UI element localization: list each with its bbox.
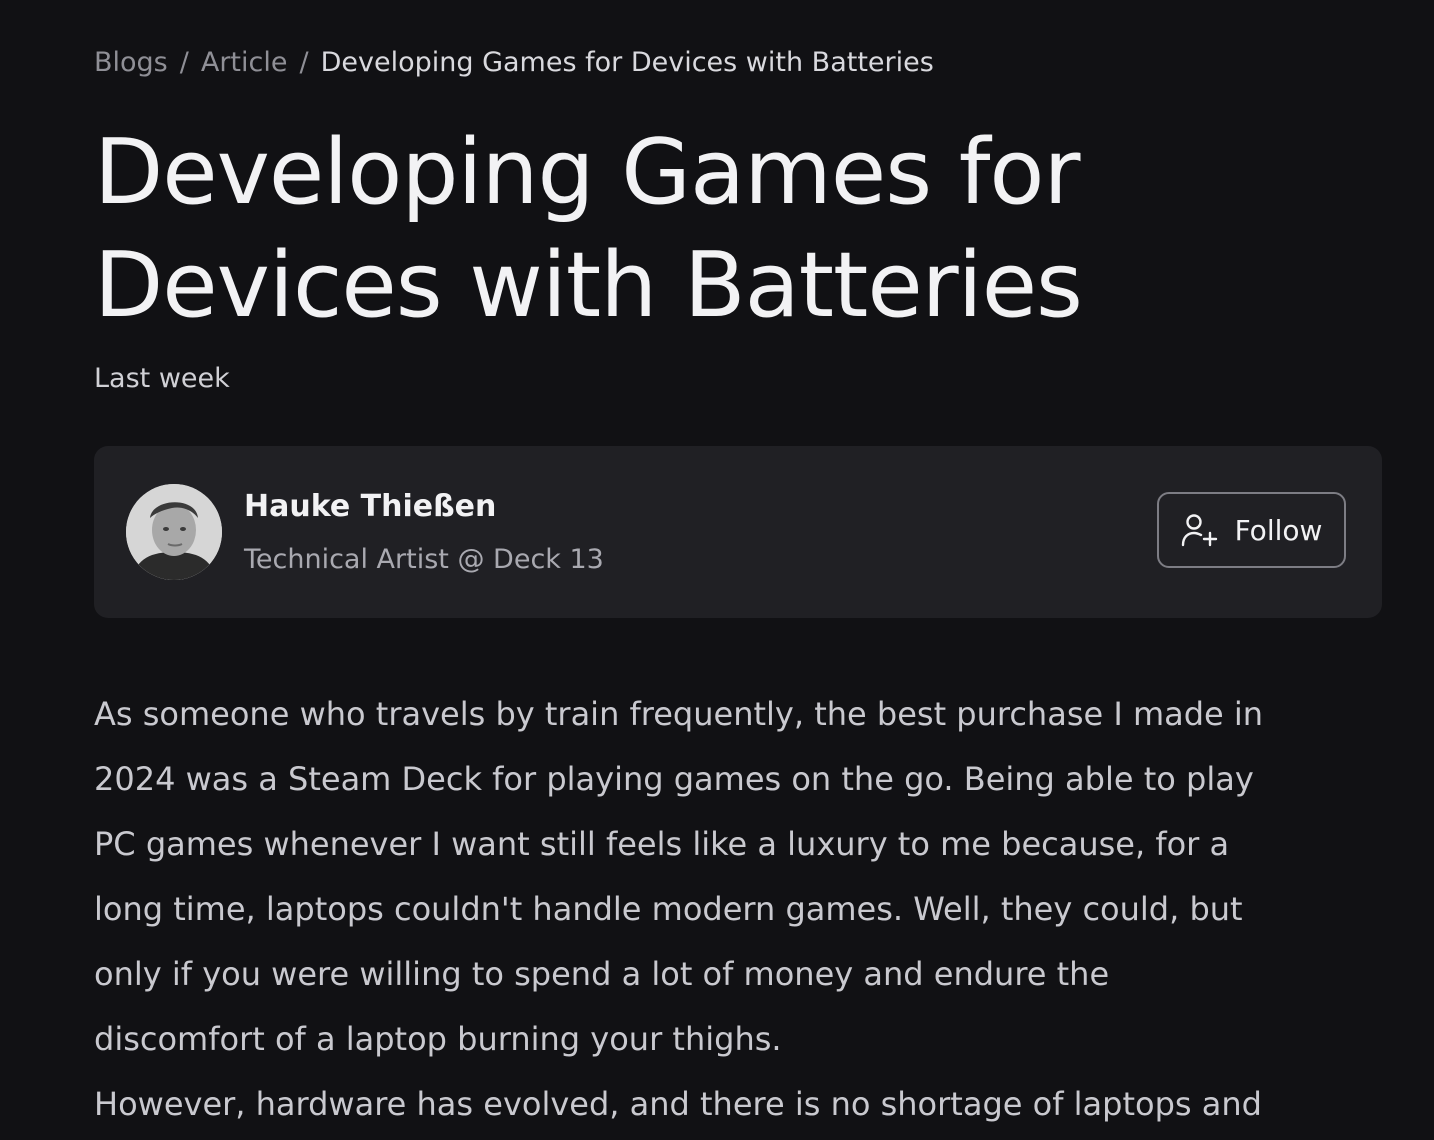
- breadcrumb-separator: /: [179, 47, 189, 78]
- article-title-line-1: Developing Games for: [94, 120, 1080, 225]
- body-line: discomfort of a laptop burning your thig…: [94, 1020, 782, 1058]
- body-line: However, hardware has evolved, and there…: [94, 1085, 1262, 1123]
- breadcrumb-link-article[interactable]: Article: [201, 47, 288, 78]
- article-title-line-2: Devices with Batteries: [94, 233, 1083, 338]
- author-role: Technical Artist @ Deck 13: [244, 544, 604, 575]
- body-line: 2024 was a Steam Deck for playing games …: [94, 760, 1254, 798]
- article-body: As someone who travels by train frequent…: [94, 682, 1384, 1137]
- body-line: only if you were willing to spend a lot …: [94, 955, 1110, 993]
- breadcrumb-link-blogs[interactable]: Blogs: [94, 47, 168, 78]
- article-title: Developing Games for Devices with Batter…: [94, 116, 1294, 342]
- body-line: PC games whenever I want still feels lik…: [94, 825, 1230, 863]
- user-plus-icon: [1181, 513, 1219, 547]
- avatar-portrait: [126, 484, 222, 580]
- follow-button-label: Follow: [1234, 513, 1323, 547]
- body-line: As someone who travels by train frequent…: [94, 695, 1264, 733]
- breadcrumb-current: Developing Games for Devices with Batter…: [320, 47, 934, 78]
- breadcrumb: Blogs / Article / Developing Games for Devic…: [94, 44, 934, 82]
- author-name[interactable]: Hauke Thießen: [244, 488, 496, 526]
- author-card: Hauke Thießen Technical Artist @ Deck 13…: [94, 446, 1382, 618]
- article-page: Blogs / Article / Developing Games for Devic…: [0, 0, 1434, 1140]
- body-line: long time, laptops couldn't handle moder…: [94, 890, 1243, 928]
- avatar[interactable]: [126, 484, 222, 580]
- follow-button[interactable]: Follow: [1157, 492, 1346, 568]
- article-date: Last week: [94, 363, 230, 394]
- breadcrumb-separator: /: [299, 47, 309, 78]
